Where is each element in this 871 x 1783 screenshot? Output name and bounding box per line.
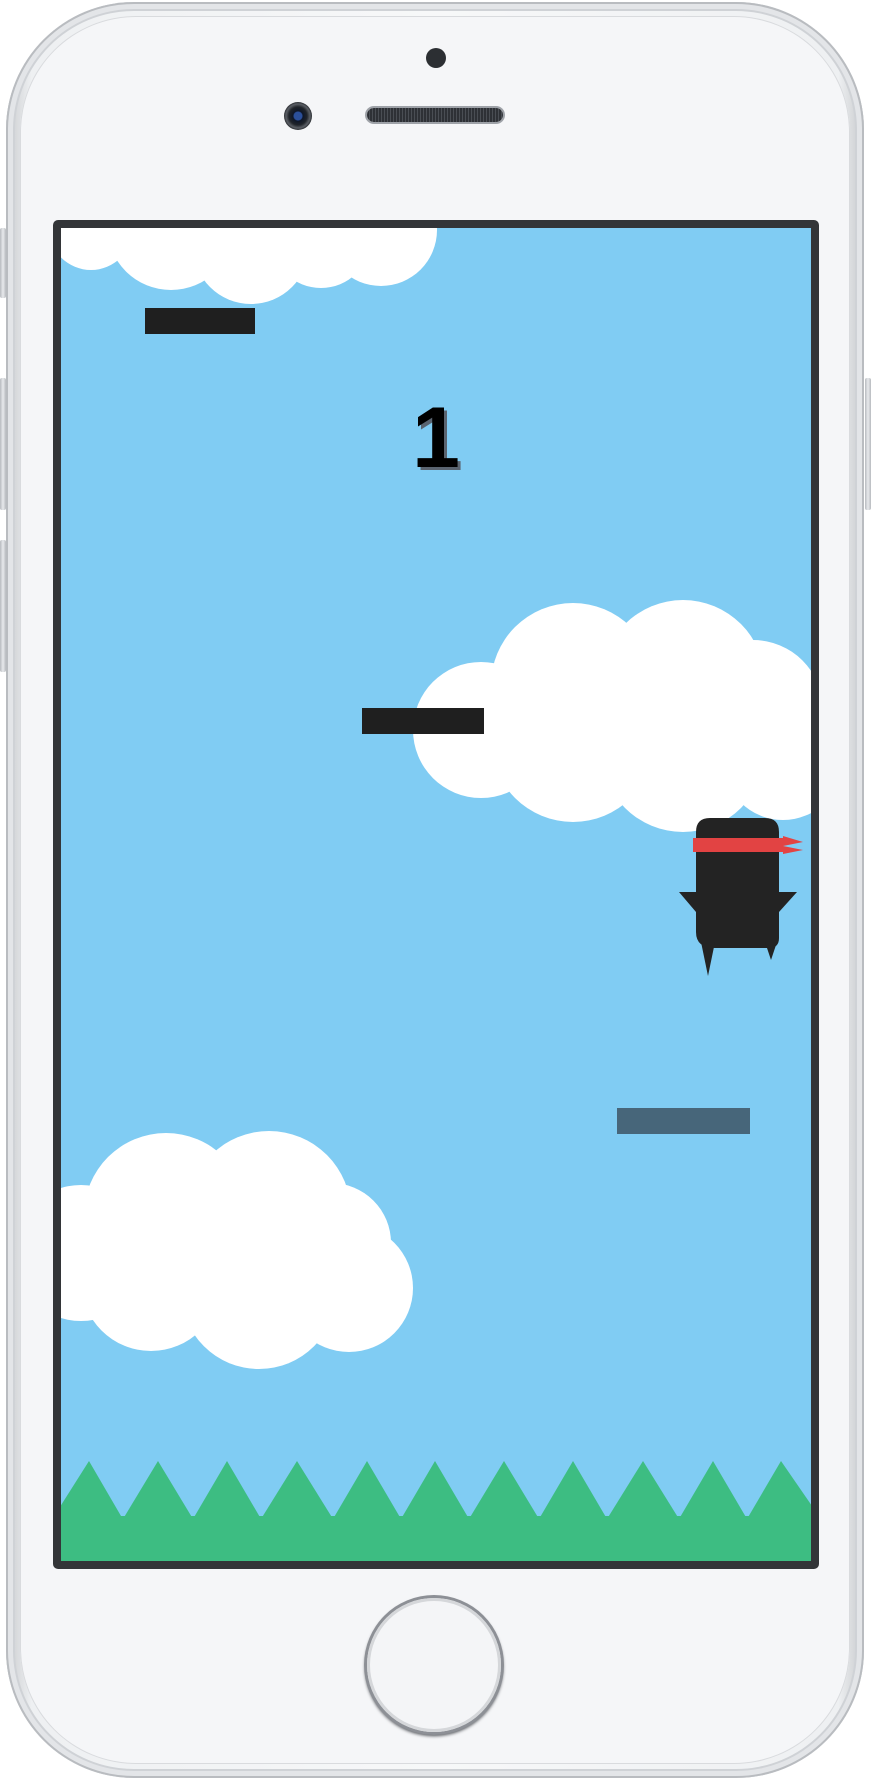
home-button[interactable]: [367, 1598, 501, 1732]
volume-up-button: [0, 378, 6, 510]
platform: [145, 308, 255, 334]
cloud: [61, 1123, 431, 1383]
grass-spikes: [61, 1461, 811, 1561]
platform-faded: [617, 1108, 750, 1134]
volume-down-button: [0, 540, 6, 672]
front-camera-icon: [284, 102, 312, 130]
platform: [362, 708, 484, 734]
power-button: [865, 378, 871, 510]
earpiece-speaker-icon: [367, 108, 503, 122]
mute-switch: [0, 228, 6, 298]
score-counter: 1: [412, 390, 460, 486]
proximity-sensor-icon: [426, 48, 446, 68]
ninja-player: [679, 816, 809, 976]
cloud: [61, 228, 441, 318]
game-screen[interactable]: 1: [61, 228, 811, 1561]
